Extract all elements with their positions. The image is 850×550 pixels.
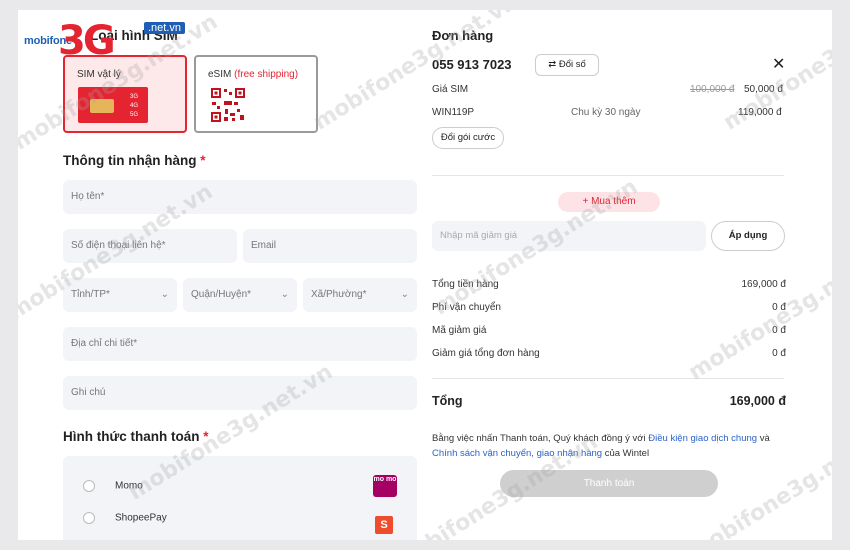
phone-number: 055 913 7023	[432, 57, 512, 72]
sim-price-label: Giá SIM	[432, 84, 469, 95]
address-field[interactable]: Địa chỉ chi tiết*	[63, 327, 417, 361]
change-number-button[interactable]: ⇄ Đổi số	[535, 54, 599, 76]
sim-old-price: 100,000 đ	[690, 84, 735, 95]
required-mark: *	[203, 429, 209, 444]
apply-coupon-button[interactable]: Áp dụng	[711, 221, 785, 251]
total-value: 169,000 đ	[729, 394, 786, 408]
terms-link[interactable]: Điều kiện giao dịch chung	[648, 433, 757, 444]
terms-text: Bằng việc nhấn Thanh toán, Quý khách đồn…	[432, 433, 770, 459]
summary-label: Phí vận chuyển	[432, 302, 501, 313]
shopeepay-logo-icon: S	[375, 516, 393, 534]
summary-value: 169,000 đ	[741, 279, 787, 290]
close-icon[interactable]: ✕	[772, 54, 785, 74]
sim-physical-label: SIM vật lý	[77, 69, 121, 80]
chevron-down-icon: ⌄	[160, 289, 169, 300]
payment-option-shopeepay[interactable]: ShopeePay	[83, 512, 167, 524]
plan-price: 119,000 đ	[738, 107, 782, 118]
district-select[interactable]: Quận/Huyện* ⌄	[183, 278, 297, 312]
radio-button[interactable]	[83, 480, 95, 492]
momo-label: Momo	[115, 480, 143, 492]
total-label: Tổng	[432, 394, 463, 408]
order-title: Đơn hàng	[432, 28, 494, 43]
summary-label: Giảm giá tổng đơn hàng	[432, 348, 540, 359]
divider	[432, 378, 784, 379]
plan-code: WIN119P	[432, 107, 475, 118]
radio-button[interactable]	[83, 512, 95, 524]
summary-value: 0 đ	[772, 302, 786, 313]
qr-code-icon	[210, 87, 246, 123]
watermark: mobifone3g.net.vn	[684, 239, 832, 386]
sim-gen-3g: 3G	[130, 94, 139, 100]
summary-value: 0 đ	[772, 325, 786, 336]
summary-label: Tổng tiền hàng	[432, 279, 499, 290]
email-field[interactable]: Email	[243, 229, 417, 263]
shopeepay-label: ShopeePay	[115, 512, 167, 524]
logo-3g: 3G	[58, 18, 116, 64]
payment-method-title: Hình thức thanh toán *	[63, 429, 209, 444]
sim-gen-4g: 4G	[130, 103, 139, 109]
change-plan-button[interactable]: Đổi gói cước	[432, 127, 504, 149]
note-field[interactable]: Ghi chú	[63, 376, 417, 410]
summary-value: 0 đ	[772, 348, 786, 359]
esim-free-shipping: (free shipping)	[234, 69, 299, 80]
phone-field[interactable]: Số điện thoại liên hệ*	[63, 229, 237, 263]
sim-price: 50,000 đ	[744, 84, 783, 95]
momo-logo-icon: mo mo	[373, 475, 397, 497]
esim-option[interactable]: eSIM (free shipping)	[194, 55, 318, 133]
plan-cycle: Chu kỳ 30 ngày	[571, 107, 641, 118]
shipping-policy-link[interactable]: Chính sách vận chuyển, giao nhận hàng	[432, 448, 602, 459]
name-field[interactable]: Họ tên*	[63, 180, 417, 214]
chevron-down-icon: ⌄	[280, 289, 289, 300]
logo-domain: .net.vn	[144, 22, 186, 34]
sim-physical-option[interactable]: SIM vật lý 3G 4G 5G	[63, 55, 187, 133]
swap-icon: ⇄	[548, 59, 557, 70]
payment-option-momo[interactable]: Momo	[83, 480, 143, 492]
ward-select[interactable]: Xã/Phường* ⌄	[303, 278, 417, 312]
checkout-pay-button[interactable]: Thanh toán	[500, 470, 718, 497]
province-select[interactable]: Tỉnh/TP* ⌄	[63, 278, 177, 312]
checkout-page: mobifone 3G .net.vn Loại hình SIM SIM vậ…	[18, 10, 832, 540]
receiver-info-title: Thông tin nhận hàng *	[63, 153, 206, 168]
buy-more-button[interactable]: + Mua thêm	[558, 192, 660, 212]
coupon-input[interactable]: Nhập mã giảm giá	[432, 221, 706, 251]
sim-gen-5g: 5G	[130, 112, 139, 118]
divider	[432, 175, 784, 176]
esim-label: eSIM	[208, 69, 232, 80]
payment-methods-box: Momo mo mo ShopeePay S	[63, 456, 417, 540]
summary-label: Mã giảm giá	[432, 325, 487, 336]
required-mark: *	[200, 153, 206, 168]
sim-card-image: 3G 4G 5G	[78, 87, 148, 123]
sim-chip-icon	[90, 99, 114, 113]
chevron-down-icon: ⌄	[400, 289, 409, 300]
